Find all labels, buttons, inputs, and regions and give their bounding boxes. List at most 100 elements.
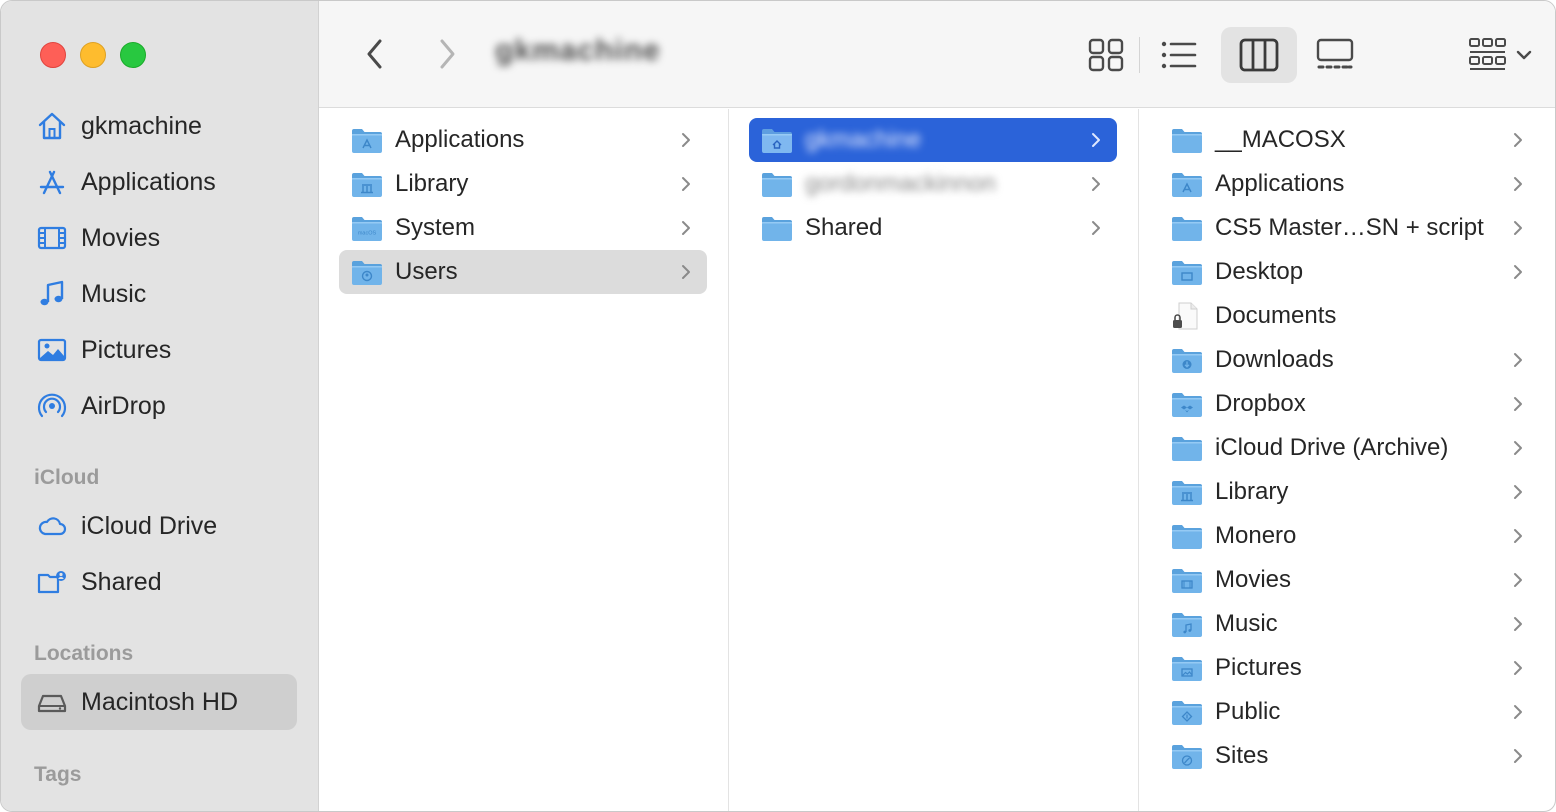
file-name: gordonmackinnon <box>805 170 996 197</box>
gallery-view-button[interactable] <box>1297 27 1373 83</box>
chevron-right-icon <box>1514 705 1522 719</box>
toolbar: gkmachine <box>319 1 1555 108</box>
zoom-window-button[interactable] <box>120 42 146 68</box>
file-name: Applications <box>1215 170 1345 197</box>
applications-folder-icon <box>1172 173 1202 197</box>
file-name: Pictures <box>1215 654 1302 681</box>
file-name: Movies <box>1215 566 1292 593</box>
music-note-icon <box>35 277 69 311</box>
shared-folder-icon <box>35 565 69 599</box>
file-name: __MACOSX <box>1215 126 1346 153</box>
sidebar-item-pictures[interactable]: Pictures <box>21 322 297 378</box>
folder-icon <box>762 173 792 197</box>
close-window-button[interactable] <box>40 42 66 68</box>
file-name: Public <box>1215 698 1281 725</box>
film-icon <box>35 221 69 255</box>
file-row[interactable]: Users <box>339 250 707 294</box>
file-row[interactable]: Applications <box>1159 162 1539 206</box>
sidebar-item-applications[interactable]: Applications <box>21 154 297 210</box>
file-row[interactable]: __MACOSX <box>1159 118 1539 162</box>
file-row[interactable]: Applications <box>339 118 707 162</box>
sidebar-item-label: Pictures <box>81 335 172 364</box>
chevron-right-icon <box>1514 265 1522 279</box>
file-name: Sites <box>1215 742 1269 769</box>
toolbar-divider <box>1139 37 1140 73</box>
group-by-button[interactable] <box>1455 27 1545 83</box>
file-row[interactable]: Desktop <box>1159 250 1539 294</box>
icon-view-button[interactable] <box>1068 27 1144 83</box>
sidebar-item-home[interactable]: gkmachine <box>21 98 297 154</box>
svg-text:macOS: macOS <box>358 231 377 237</box>
chevron-down-icon <box>1516 50 1532 60</box>
file-row[interactable]: Library <box>1159 470 1539 514</box>
sidebar-section-tags: Tags <box>34 763 82 786</box>
file-row[interactable]: CS5 Master…SN + script <box>1159 206 1539 250</box>
file-row[interactable]: Monero <box>1159 514 1539 558</box>
pictures-folder-icon <box>1172 657 1202 681</box>
file-name: gkmachine <box>805 126 922 153</box>
file-row[interactable]: Documents <box>1159 294 1539 338</box>
file-row[interactable]: Pictures <box>1159 646 1539 690</box>
sidebar-item-icloud-drive[interactable]: iCloud Drive <box>21 498 297 554</box>
file-row[interactable]: Shared <box>749 206 1117 250</box>
sidebar-item-label: Applications <box>81 167 216 196</box>
chevron-right-icon <box>1514 441 1522 455</box>
file-row[interactable]: gordonmackinnon <box>749 162 1117 206</box>
chevron-right-icon <box>1514 221 1522 235</box>
minimize-window-button[interactable] <box>80 42 106 68</box>
file-row[interactable]: Sites <box>1159 734 1539 778</box>
file-row[interactable]: Downloads <box>1159 338 1539 382</box>
folder-icon <box>762 217 792 241</box>
library-folder-icon <box>1172 481 1202 505</box>
file-name: System <box>395 214 476 241</box>
gallery-icon <box>1316 38 1354 69</box>
applications-icon <box>35 165 69 199</box>
chevron-right-icon <box>682 265 690 279</box>
file-name: iCloud Drive (Archive) <box>1215 434 1449 461</box>
sidebar-item-label: Shared <box>81 567 162 596</box>
list-icon <box>1161 41 1197 69</box>
sidebar-item-label: gkmachine <box>81 111 202 140</box>
file-row[interactable]: Library <box>339 162 707 206</box>
back-button[interactable] <box>357 35 393 73</box>
forward-button[interactable] <box>429 35 465 73</box>
window-title: gkmachine <box>495 34 661 67</box>
chevron-right-icon <box>1514 617 1522 631</box>
file-name: Monero <box>1215 522 1297 549</box>
sidebar-item-airdrop[interactable]: AirDrop <box>21 378 297 434</box>
list-view-button[interactable] <box>1141 27 1217 83</box>
file-row[interactable]: Public <box>1159 690 1539 734</box>
file-row[interactable]: macOS System <box>339 206 707 250</box>
chevron-right-icon <box>1092 133 1100 147</box>
file-row[interactable]: Music <box>1159 602 1539 646</box>
file-row[interactable]: gkmachine <box>749 118 1117 162</box>
column-view-button[interactable] <box>1221 27 1297 83</box>
sidebar-item-label: iCloud Drive <box>81 511 218 540</box>
chevron-right-icon <box>1514 397 1522 411</box>
finder-window: gkmachine Applications Movies Music Pict… <box>0 0 1556 812</box>
airdrop-icon <box>35 389 69 423</box>
file-row[interactable]: iCloud Drive (Archive) <box>1159 426 1539 470</box>
sidebar-item-music[interactable]: Music <box>21 266 297 322</box>
chevron-right-icon <box>1514 485 1522 499</box>
file-name: Library <box>395 170 469 197</box>
sidebar-item-movies[interactable]: Movies <box>21 210 297 266</box>
column-home: __MACOSX Applications CS5 Master…SN + scri… <box>1139 109 1555 811</box>
column-users: gkmachine gordonmackinnon Shared <box>729 109 1139 811</box>
file-name: Documents <box>1215 302 1337 329</box>
chevron-right-icon <box>682 177 690 191</box>
file-name: Applications <box>395 126 525 153</box>
sidebar-item-macintosh-hd[interactable]: Macintosh HD <box>21 674 297 730</box>
sidebar-item-shared[interactable]: Shared <box>21 554 297 610</box>
chevron-right-icon <box>1514 529 1522 543</box>
sidebar-section-locations: Locations <box>34 642 134 665</box>
folder-icon <box>1172 217 1202 241</box>
file-name: Music <box>1215 610 1278 637</box>
movies-folder-icon <box>1172 569 1202 593</box>
file-row[interactable]: Dropbox <box>1159 382 1539 426</box>
sidebar-item-label: Music <box>81 279 147 308</box>
file-name: Shared <box>805 214 883 241</box>
file-row[interactable]: Movies <box>1159 558 1539 602</box>
window-controls <box>40 42 146 68</box>
library-folder-icon <box>352 173 382 197</box>
